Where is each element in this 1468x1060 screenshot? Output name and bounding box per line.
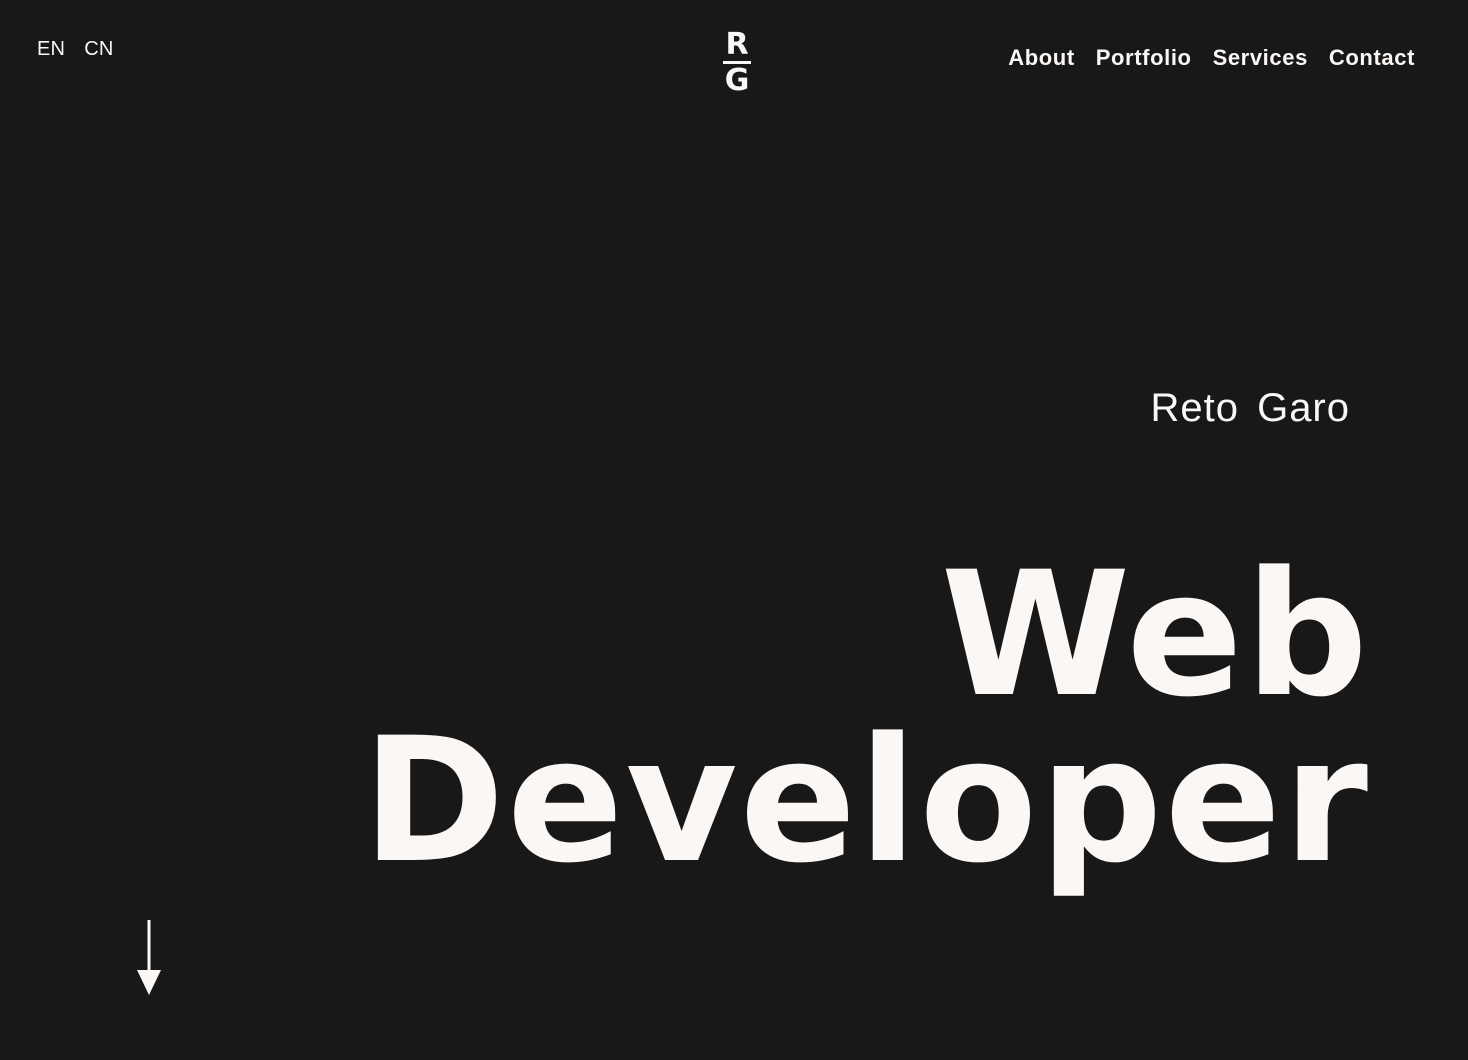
logo-letter-top: R: [725, 27, 749, 62]
nav-portfolio[interactable]: Portfolio: [1096, 45, 1192, 71]
logo-letter-bottom: G: [724, 63, 750, 98]
nav-contact[interactable]: Contact: [1329, 45, 1415, 71]
nav-services[interactable]: Services: [1213, 45, 1308, 71]
main-nav: About Portfolio Services Contact: [1008, 45, 1415, 71]
hero-title-line-2: Developer: [362, 700, 1370, 901]
arrow-down-icon[interactable]: [135, 918, 163, 998]
nav-about[interactable]: About: [1008, 45, 1075, 71]
site-logo[interactable]: R G: [718, 30, 756, 96]
language-switcher: EN CN: [37, 38, 113, 61]
language-cn[interactable]: CN: [84, 38, 113, 61]
hero-title-line-1: Web: [940, 534, 1370, 735]
hero-title: Web Developer: [362, 534, 1370, 901]
language-en[interactable]: EN: [37, 38, 65, 61]
hero-name: Reto Garo: [1150, 386, 1350, 430]
